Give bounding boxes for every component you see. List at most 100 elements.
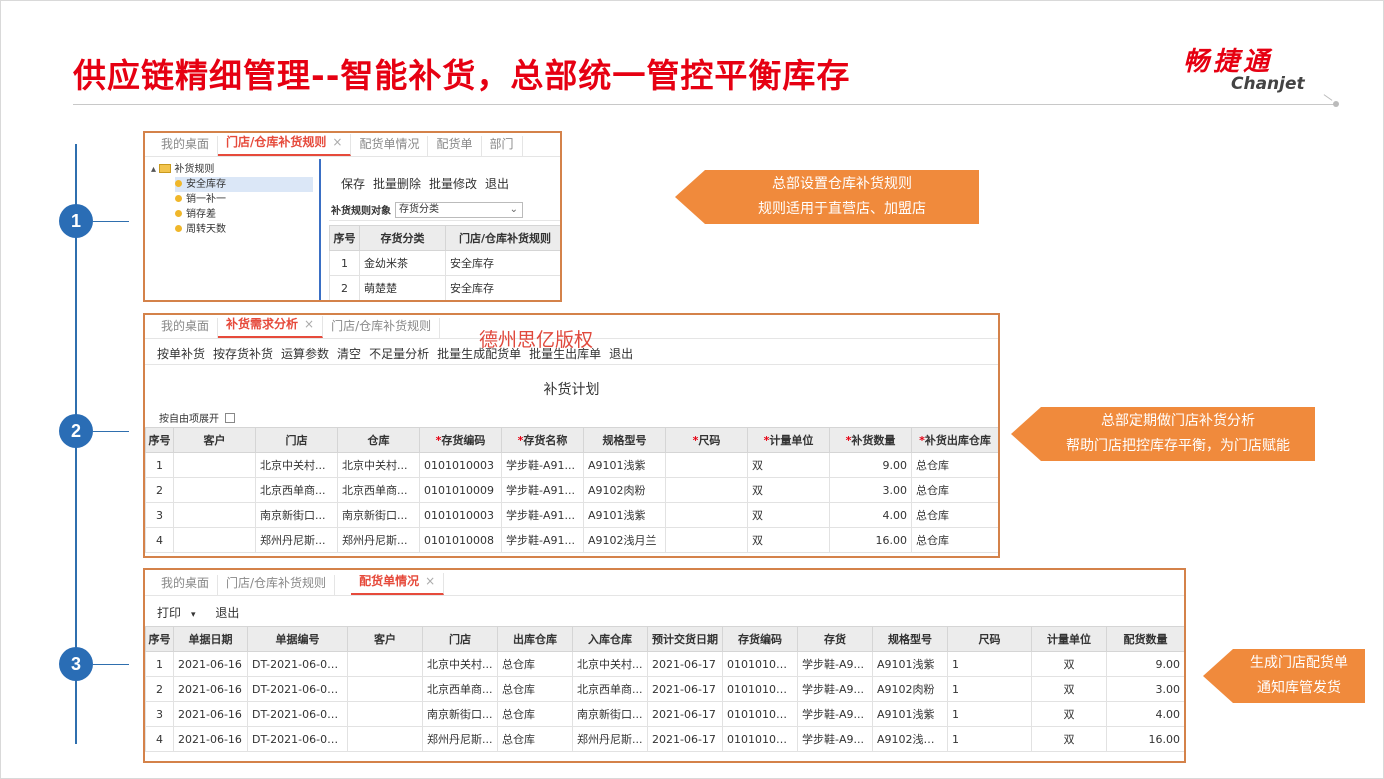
cell: 1 [947, 701, 1032, 727]
cell [347, 651, 423, 677]
col-header: 门店 [255, 427, 338, 453]
table-row[interactable]: 3 2021-06-16 DT-2021-06-00-... 南京新街口... 总仓库南… [145, 701, 1184, 727]
exit-button[interactable]: 退出 [485, 177, 509, 191]
required-mark: * [517, 434, 524, 447]
tree-item-sell-one-refill-one[interactable]: 销一补一 [175, 192, 313, 207]
cell [347, 701, 423, 727]
tab-my-desktop[interactable]: 我的桌面 [153, 318, 219, 338]
cell: 1 [145, 452, 174, 478]
tree-expand-icon[interactable]: ▴ [151, 164, 156, 175]
tab-replenish-rule[interactable]: 门店/仓库补货规则 × [218, 134, 352, 156]
col-header: *计量单位 [747, 427, 830, 453]
table-row[interactable]: 3 南京新街口... 南京新街口... 0101010003 学步鞋-A91... A91… [145, 502, 998, 528]
required-mark: * [435, 434, 442, 447]
rule-object-filter: 补货规则对象 存货分类 ⌄ [329, 199, 560, 221]
tree-item-label: 安全库存 [186, 179, 226, 190]
close-icon[interactable]: × [332, 135, 342, 149]
col-header: 门店/仓库补货规则 [445, 225, 560, 251]
tab-replenish-analysis[interactable]: 补货需求分析 × [218, 316, 324, 338]
tab-distribution-order[interactable]: 配货单 [428, 136, 482, 156]
cell: A9101浅紫 [583, 502, 666, 528]
replenish-plan-table: 序号 客户 门店 仓库 *存货编码 *存货名称 规格型号 *尺码 *计量单位 *… [145, 427, 998, 553]
divider-tick [1323, 94, 1333, 101]
tab-replenish-rule[interactable]: 门店/仓库补货规则 [218, 575, 336, 595]
cell: 郑州丹尼斯... [572, 726, 648, 752]
exit-button[interactable]: 退出 [215, 606, 239, 620]
calc-params-button[interactable]: 运算参数 [281, 347, 329, 361]
cell: 学步鞋-A91... [501, 477, 584, 503]
tree-item-safety-stock[interactable]: 安全库存 [175, 177, 313, 192]
callout-arrow [675, 170, 705, 224]
cell: 南京新街口... [422, 701, 498, 727]
cell: 北京西单商... [337, 477, 420, 503]
tree-root[interactable]: ▴ 补货规则 [151, 163, 313, 177]
batch-delete-button[interactable]: 批量删除 [373, 177, 421, 191]
cell: 总仓库 [911, 527, 998, 553]
table-row[interactable]: 1 2021-06-16 DT-2021-06-00-... 北京中关村... 总仓库北… [145, 651, 1184, 677]
tab-department[interactable]: 部门 [482, 136, 523, 156]
table-row[interactable]: 1 北京中关村... 北京中关村... 0101010003 学步鞋-A91... A91… [145, 452, 998, 478]
bullet-icon [175, 225, 182, 232]
close-icon[interactable]: × [425, 574, 435, 588]
replenish-by-stock-button[interactable]: 按存货补货 [213, 347, 273, 361]
col-header: 尺码 [947, 626, 1032, 652]
shortage-analysis-button[interactable]: 不足量分析 [369, 347, 429, 361]
callout-arrow [1011, 407, 1041, 461]
table-body: 1 2021-06-16 DT-2021-06-00-... 北京中关村... 总仓库北… [145, 651, 1184, 752]
tab-replenish-rule[interactable]: 门店/仓库补货规则 [323, 318, 441, 338]
cell: 2 [145, 676, 174, 702]
cell: 南京新街口... [255, 502, 338, 528]
cell [173, 477, 256, 503]
cell: 总仓库 [911, 502, 998, 528]
cell: DT-2021-06-00-... [247, 726, 348, 752]
col-header: 入库仓库 [572, 626, 648, 652]
tab-my-desktop[interactable]: 我的桌面 [153, 575, 219, 595]
table-row[interactable]: 1 金幼米茶 安全库存 [329, 250, 560, 276]
batch-edit-button[interactable]: 批量修改 [429, 177, 477, 191]
plan-heading: 补货计划 [543, 382, 600, 398]
table-row[interactable]: 4 2021-06-16 DT-2021-06-00-... 郑州丹尼斯... 总仓库郑… [145, 726, 1184, 752]
cell: 2021-06-16 [173, 726, 248, 752]
col-header: 序号 [329, 225, 360, 251]
expand-option: 按自由项展开 [159, 410, 235, 425]
chevron-down-icon: ▾ [191, 610, 196, 620]
callout-1: 总部设置仓库补货规则 规则适用于直营店、加盟店 [675, 170, 979, 224]
tree-item-sales-stock-gap[interactable]: 销存差 [175, 207, 313, 222]
step-badge-1: 1 [59, 204, 93, 238]
expand-checkbox[interactable] [225, 412, 235, 423]
bullet-icon [175, 180, 182, 187]
cell: 4.00 [1106, 701, 1184, 727]
clear-button[interactable]: 清空 [337, 347, 361, 361]
step-connector-2 [93, 431, 129, 432]
cell: 学步鞋-A9... [797, 651, 873, 677]
table-row[interactable]: 2 北京西单商... 北京西单商... 0101010009 学步鞋-A91... A91… [145, 477, 998, 503]
exit-button[interactable]: 退出 [609, 347, 633, 361]
cell: 4.00 [829, 502, 912, 528]
cell: 0101010009 [722, 676, 798, 702]
tab-distribution-status[interactable]: 配货单情况 × [351, 573, 445, 595]
panel1-tab-bar: 我的桌面 门店/仓库补货规则 × 配货单情况 配货单 部门 [145, 133, 560, 157]
tab-my-desktop[interactable]: 我的桌面 [153, 136, 219, 156]
table-row[interactable]: 2 2021-06-16 DT-2021-06-00-... 北京西单商... 总仓库北… [145, 676, 1184, 702]
cell: DT-2021-06-00-... [247, 701, 348, 727]
chevron-down-icon[interactable]: ⌄ [510, 203, 518, 217]
rule-object-select[interactable]: 存货分类 ⌄ [395, 201, 523, 218]
close-icon[interactable]: × [304, 317, 314, 331]
cell: 双 [1031, 676, 1107, 702]
replenish-by-order-button[interactable]: 按单补货 [157, 347, 205, 361]
table-row[interactable]: 2 萌楚楚 安全库存 [329, 275, 560, 300]
col-header: 计量单位 [1031, 626, 1107, 652]
save-button[interactable]: 保存 [341, 177, 365, 191]
table-row[interactable]: 4 郑州丹尼斯... 郑州丹尼斯... 0101010008 学步鞋-A91... A91… [145, 527, 998, 553]
cell: A9101浅紫 [583, 452, 666, 478]
col-header: 序号 [145, 626, 174, 652]
col-header: 客户 [347, 626, 423, 652]
tree-item-label: 销一补一 [186, 194, 226, 205]
cell: 3.00 [1106, 676, 1184, 702]
tree-item-turnover-days[interactable]: 周转天数 [175, 222, 313, 237]
print-button[interactable]: 打印 ▾ [157, 606, 204, 620]
col-header: 序号 [145, 427, 174, 453]
tab-distribution-status[interactable]: 配货单情况 [351, 136, 429, 156]
divider-dot [1333, 101, 1339, 107]
rule-table: 序号 存货分类 门店/仓库补货规则 1 金幼米茶 安全库存 2 萌楚楚 安全库存 [329, 225, 560, 300]
